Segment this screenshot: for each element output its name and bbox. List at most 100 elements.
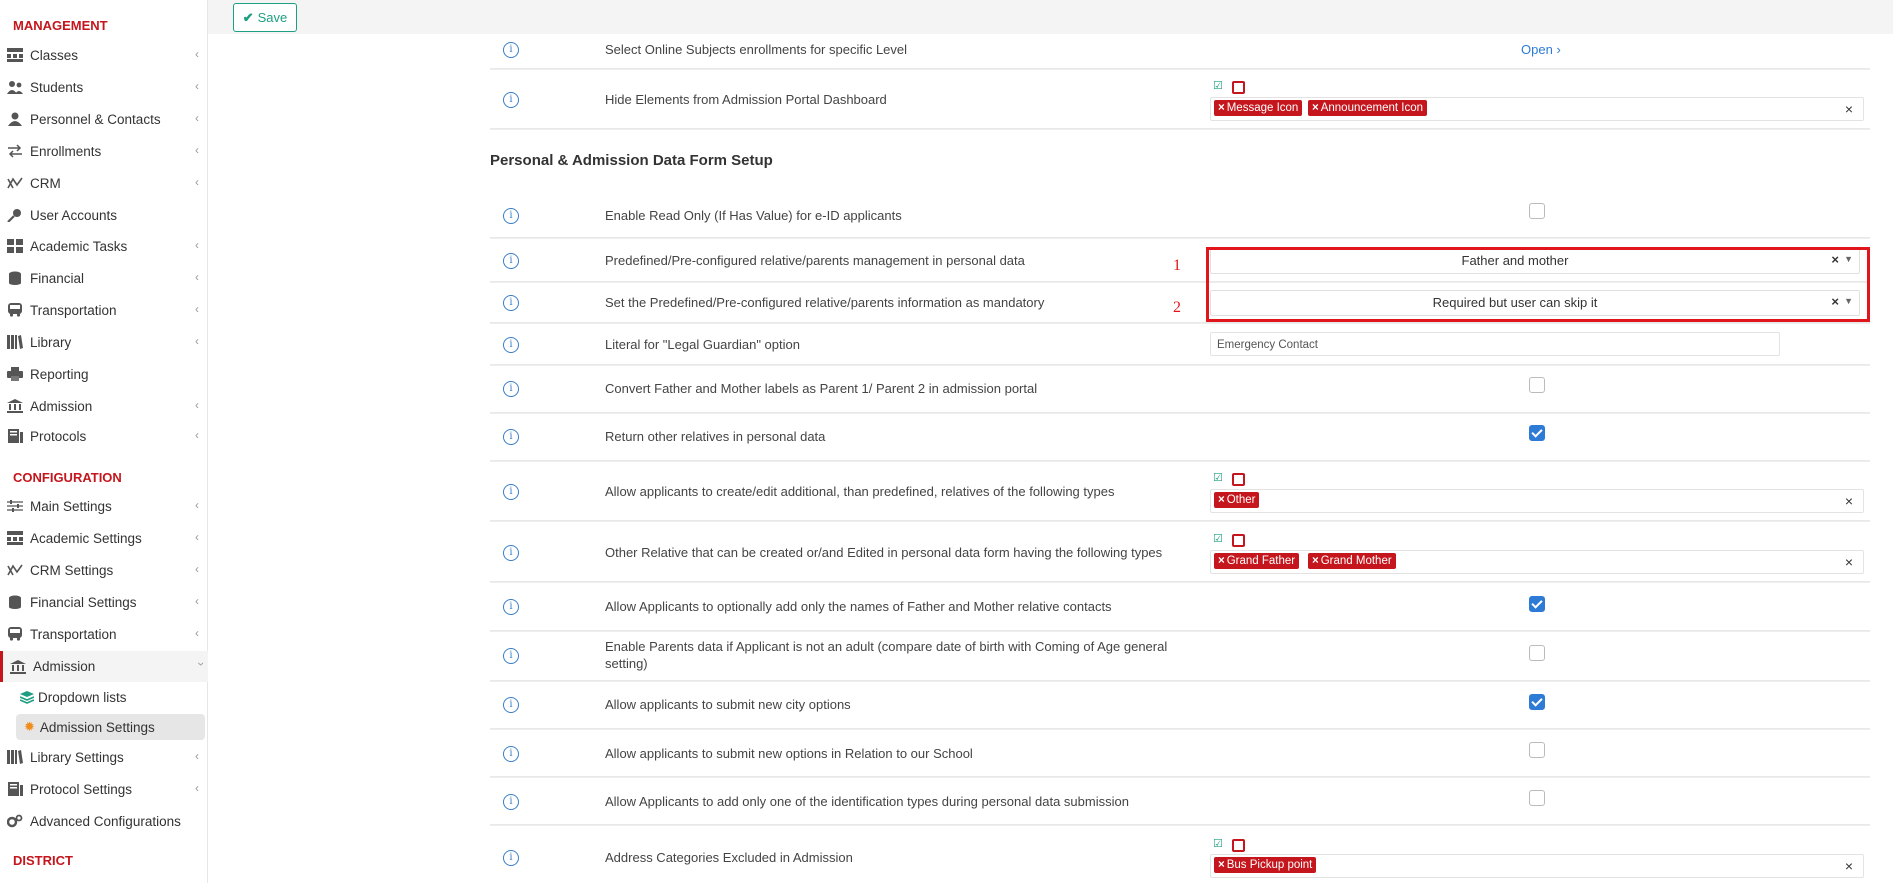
remove-tag-icon: × — [1218, 555, 1225, 567]
tag-grand-father[interactable]: × Grand Father — [1214, 553, 1300, 569]
sidebar-item-library-settings[interactable]: Library Settings ‹ — [0, 743, 207, 771]
chevron-left-icon: ‹ — [195, 270, 199, 284]
clear-icon[interactable]: × — [1845, 101, 1853, 117]
checkbox-new-city[interactable] — [1529, 694, 1545, 710]
top-toolbar — [208, 0, 1893, 34]
sidebar-item-library[interactable]: Library ‹ — [0, 328, 207, 356]
tag-select-address-categories[interactable]: × Bus Pickup point × — [1210, 854, 1864, 878]
tag-message-icon[interactable]: × Message Icon — [1214, 100, 1303, 116]
chevron-left-icon: ‹ — [195, 111, 199, 125]
deselect-all-icon[interactable] — [1232, 534, 1245, 547]
sidebar-item-enrollments[interactable]: Enrollments ‹ — [0, 137, 207, 165]
sidebar-item-reporting[interactable]: Reporting — [0, 360, 207, 388]
clear-icon[interactable]: × — [1845, 554, 1853, 570]
checkbox-one-identification[interactable] — [1529, 790, 1545, 806]
sidebar-item-academic-tasks[interactable]: Academic Tasks ‹ — [0, 232, 207, 260]
sidebar-item-protocol-settings[interactable]: Protocol Settings ‹ — [0, 775, 207, 803]
info-icon[interactable]: i — [503, 208, 519, 224]
checkbox-relation-school[interactable] — [1529, 742, 1545, 758]
sidebar-item-crm[interactable]: CRM ‹ — [0, 169, 207, 197]
sidebar-subitem-dropdown-lists[interactable]: Dropdown lists — [20, 684, 205, 710]
tag-select-additional-relatives[interactable]: × Other × — [1210, 489, 1864, 513]
sidebar-item-financial[interactable]: Financial ‹ — [0, 264, 207, 292]
sidebar-item-personnel[interactable]: Personnel & Contacts ‹ — [0, 105, 207, 133]
info-icon[interactable]: i — [503, 337, 519, 353]
tag-other[interactable]: × Other — [1214, 492, 1260, 508]
sidebar-item-transportation-settings[interactable]: Transportation ‹ — [0, 620, 207, 648]
select-all-icon[interactable]: ☑ — [1213, 839, 1224, 850]
open-link[interactable]: Open › — [1521, 42, 1561, 57]
sidebar-item-financial-settings[interactable]: Financial Settings ‹ — [0, 588, 207, 616]
info-icon[interactable]: i — [503, 850, 519, 866]
sidebar-item-crm-settings[interactable]: CRM Settings ‹ — [0, 556, 207, 584]
sidebar-item-students[interactable]: Students ‹ — [0, 73, 207, 101]
tag-bus-pickup-point[interactable]: × Bus Pickup point — [1214, 857, 1317, 873]
deselect-all-icon[interactable] — [1232, 473, 1245, 486]
select-all-icon[interactable]: ☑ — [1213, 81, 1224, 92]
info-icon[interactable]: i — [503, 429, 519, 445]
chevron-left-icon: ‹ — [195, 143, 199, 157]
students-icon — [6, 80, 24, 94]
tag-grand-mother[interactable]: × Grand Mother — [1308, 553, 1396, 569]
sidebar-item-advanced-configurations[interactable]: Advanced Configurations — [0, 807, 207, 835]
deselect-all-icon[interactable] — [1232, 839, 1245, 852]
chevron-left-icon: ‹ — [195, 334, 199, 348]
info-icon[interactable]: i — [503, 92, 519, 108]
info-icon[interactable]: i — [503, 746, 519, 762]
sidebar-item-user-accounts[interactable]: User Accounts — [0, 201, 207, 229]
info-icon[interactable]: i — [503, 381, 519, 397]
select-all-icon[interactable]: ☑ — [1213, 473, 1224, 484]
legal-guardian-literal-input[interactable]: Emergency Contact — [1210, 332, 1780, 356]
sidebar-item-admission-config[interactable]: Admission ‹ — [0, 651, 210, 682]
sidebar-item-admission[interactable]: Admission ‹ — [0, 392, 207, 420]
info-icon[interactable]: i — [503, 42, 519, 58]
gear-icon: ✹ — [24, 719, 35, 734]
setting-label: Allow applicants to submit new options i… — [605, 746, 973, 761]
setting-label: Enable Read Only (If Has Value) for e-ID… — [605, 208, 902, 223]
info-icon[interactable]: i — [503, 794, 519, 810]
tag-select-other-relative-types[interactable]: × Grand Father × Grand Mother × — [1210, 550, 1864, 574]
layers-icon — [20, 690, 34, 704]
select-all-icon[interactable]: ☑ — [1213, 534, 1224, 545]
sidebar-item-transportation[interactable]: Transportation ‹ — [0, 296, 207, 324]
coins-icon — [6, 595, 24, 609]
sidebar-item-label: Financial — [30, 270, 85, 286]
sidebar-item-main-settings[interactable]: Main Settings ‹ — [0, 492, 207, 520]
checkbox-other-relatives[interactable] — [1529, 425, 1545, 441]
sidebar-item-label: Classes — [30, 47, 79, 63]
tag-announcement-icon[interactable]: × Announcement Icon — [1308, 100, 1428, 116]
info-icon[interactable]: i — [503, 295, 519, 311]
save-button[interactable]: ✔ Save — [233, 3, 297, 32]
chevron-right-icon: › — [1556, 42, 1561, 57]
protocols-icon — [6, 429, 24, 443]
sidebar-item-label: CRM — [30, 175, 61, 191]
sidebar-item-protocols[interactable]: Protocols ‹ — [0, 422, 207, 450]
info-icon[interactable]: i — [503, 484, 519, 500]
sidebar-item-label: Academic Tasks — [30, 238, 128, 254]
checkbox-parent-labels[interactable] — [1529, 377, 1545, 393]
sidebar-item-label: Dropdown lists — [38, 689, 127, 705]
sidebar-item-label: Protocols — [30, 428, 87, 444]
tag-select-hide-elements[interactable]: × Message Icon × Announcement Icon × — [1210, 97, 1864, 121]
classes-icon — [6, 48, 24, 62]
checkbox-readonly-eid[interactable] — [1529, 203, 1545, 219]
bus-icon — [6, 303, 24, 317]
sliders-icon — [6, 499, 24, 513]
crm-icon — [6, 176, 24, 190]
clear-icon[interactable]: × — [1845, 493, 1853, 509]
info-icon[interactable]: i — [503, 599, 519, 615]
setting-label: Set the Predefined/Pre-configured relati… — [605, 295, 1045, 310]
deselect-all-icon[interactable] — [1232, 81, 1245, 94]
info-icon[interactable]: i — [503, 697, 519, 713]
info-icon[interactable]: i — [503, 545, 519, 561]
sidebar-item-classes[interactable]: Classes ‹ — [0, 41, 207, 69]
remove-tag-icon: × — [1312, 555, 1319, 567]
sidebar-subitem-admission-settings[interactable]: ✹ Admission Settings — [16, 714, 205, 740]
info-icon[interactable]: i — [503, 648, 519, 664]
chevron-left-icon: ‹ — [195, 175, 199, 189]
checkbox-names-only[interactable] — [1529, 596, 1545, 612]
checkbox-parents-not-adult[interactable] — [1529, 645, 1545, 661]
clear-icon[interactable]: × — [1845, 858, 1853, 874]
sidebar-item-academic-settings[interactable]: Academic Settings ‹ — [0, 524, 207, 552]
info-icon[interactable]: i — [503, 253, 519, 269]
